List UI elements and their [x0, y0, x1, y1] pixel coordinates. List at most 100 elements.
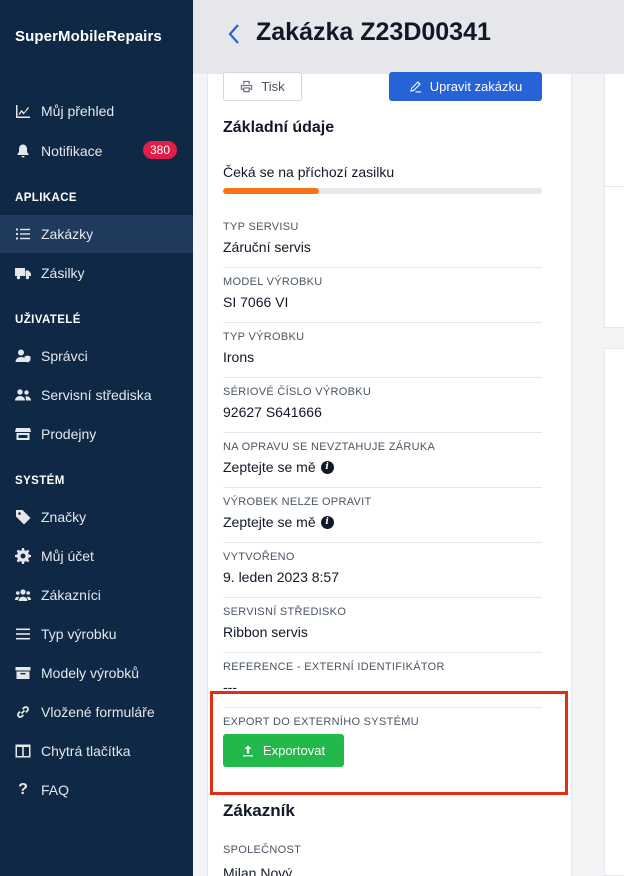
sidebar-item-zakaznici[interactable]: Zákazníci [0, 576, 193, 614]
sidebar-item-label: Servisní střediska [41, 387, 152, 403]
field-value-text: Zeptejte se mě [223, 459, 316, 475]
tag-icon [14, 508, 32, 526]
field-value: 92627 S641666 [223, 404, 542, 420]
field-value: Milan Nový [223, 865, 542, 876]
sidebar-item-znacky[interactable]: Značky [0, 498, 193, 536]
question-icon: ? [18, 781, 28, 798]
sidebar-item-prodejny[interactable]: Prodejny [0, 415, 193, 453]
sidebar-item-notifikace[interactable]: Notifikace 380 [0, 132, 193, 170]
status-progress-fill [223, 188, 319, 194]
highlight-box [210, 691, 568, 795]
field-value: 9. leden 2023 8:57 [223, 569, 542, 585]
edit-order-button[interactable]: Upravit zakázku [389, 72, 542, 101]
printer-icon [241, 80, 253, 93]
columns-icon [14, 742, 32, 760]
field-vytvoreno: VYTVOŘENO 9. leden 2023 8:57 [223, 551, 542, 585]
sidebar-item-label: Vložené formuláře [41, 704, 155, 720]
sidebar-item-modely-vyrobku[interactable]: Modely výrobků [0, 654, 193, 692]
brand-logo[interactable]: SuperMobileRepairs [15, 28, 162, 45]
sidebar-item-label: Můj účet [41, 548, 94, 564]
pencil-icon [409, 81, 421, 93]
user-group-icon [14, 586, 32, 604]
field-value-text: Milan Nový [223, 865, 293, 876]
field-label: TYP VÝROBKU [223, 331, 305, 343]
sidebar-item-servisni-strediska[interactable]: Servisní střediska [0, 376, 193, 414]
field-value: Zeptejte se mě i [223, 514, 542, 530]
sidebar-item-muj-ucet[interactable]: Můj účet [0, 537, 193, 575]
field-value: Záruční servis [223, 239, 542, 255]
field-spolecnost: SPOLEČNOST Milan Nový [223, 844, 542, 876]
field-nelze-opravit: VÝROBEK NELZE OPRAVIT Zeptejte se mě i [223, 496, 542, 530]
field-typ-vyrobku: TYP VÝROBKU Irons [223, 331, 542, 365]
field-typ-servisu: TYP SERVISU Záruční servis [223, 221, 542, 255]
field-value-text: Záruční servis [223, 239, 311, 255]
field-servisni-stredisko: SERVISNÍ STŘEDISKO Ribbon servis [223, 606, 542, 640]
sidebar-item-label: Zakázky [41, 226, 94, 242]
field-model-vyrobku: MODEL VÝROBKU SI 7066 VI [223, 276, 542, 310]
field-nevztahuje-zaruka: NA OPRAVU SE NEVZTAHUJE ZÁRUKA Zeptejte … [223, 441, 542, 475]
field-label: SPOLEČNOST [223, 844, 302, 856]
sidebar-item-label: Notifikace [41, 143, 103, 159]
sidebar-item-label: Zásilky [41, 265, 85, 281]
field-label: VÝROBEK NELZE OPRAVIT [223, 496, 372, 508]
sidebar-item-chytra-tlacitka[interactable]: Chytrá tlačítka [0, 732, 193, 770]
chart-line-icon [14, 102, 32, 120]
field-label: REFERENCE - EXTERNÍ IDENTIFIKÁTOR [223, 661, 445, 673]
divider [223, 322, 542, 323]
section-heading-basic: Základní údaje [223, 119, 335, 136]
divider [223, 432, 542, 433]
section-heading-customer: Zákazník [223, 801, 295, 820]
info-icon[interactable]: i [320, 515, 334, 529]
divider [223, 542, 542, 543]
section-title-system: SYSTÉM [15, 475, 65, 487]
back-chevron-icon[interactable] [226, 22, 242, 46]
sidebar-item-spravci[interactable]: Správci [0, 337, 193, 375]
divider [223, 597, 542, 598]
divider [223, 267, 542, 268]
gear-icon [14, 547, 32, 565]
sidebar-item-label: Zákazníci [41, 587, 101, 603]
sidebar-item-prehled[interactable]: Můj přehled [0, 92, 193, 130]
sidebar-item-label: Značky [41, 509, 87, 525]
divider [223, 487, 542, 488]
list-icon [14, 225, 32, 243]
order-status: Čeká se na příchozí zasilku [223, 164, 395, 180]
field-value-text: 92627 S641666 [223, 404, 322, 420]
sidebar-item-zakazky[interactable]: Zakázky [0, 215, 193, 253]
sidebar-item-label: Typ výrobku [41, 626, 117, 642]
field-value: Irons [223, 349, 542, 365]
field-label: TYP SERVISU [223, 221, 299, 233]
field-value-text: SI 7066 VI [223, 294, 289, 310]
user-shield-icon [14, 347, 32, 365]
field-value-text: Irons [223, 349, 255, 365]
sidebar-item-typ-vyrobku[interactable]: Typ výrobku [0, 615, 193, 653]
side-card [604, 74, 624, 328]
sidebar-item-label: FAQ [41, 782, 70, 798]
field-value-text: Ribbon servis [223, 624, 308, 640]
sidebar-item-vlozene-formulare[interactable]: Vložené formuláře [0, 693, 193, 731]
field-label: SÉRIOVÉ ČÍSLO VÝROBKU [223, 386, 372, 398]
users-icon [14, 386, 32, 404]
sidebar-item-zasilky[interactable]: Zásilky [0, 254, 193, 292]
sidebar-item-faq[interactable]: ? FAQ [0, 771, 193, 809]
print-button[interactable]: Tisk [223, 72, 302, 101]
sidebar-item-label: Prodejny [41, 426, 97, 442]
truck-icon [14, 264, 32, 282]
store-icon [14, 425, 32, 443]
divider [223, 652, 542, 653]
field-label: VYTVOŘENO [223, 551, 295, 563]
sidebar-item-label: Můj přehled [41, 103, 115, 119]
field-value: Zeptejte se mě i [223, 459, 542, 475]
field-value-text: 9. leden 2023 8:57 [223, 569, 339, 585]
info-icon[interactable]: i [320, 460, 334, 474]
side-card [604, 348, 624, 876]
field-value-text: Zeptejte se mě [223, 514, 316, 530]
divider [223, 377, 542, 378]
field-label: NA OPRAVU SE NEVZTAHUJE ZÁRUKA [223, 441, 436, 453]
bell-icon [14, 142, 32, 160]
sidebar-item-label: Modely výrobků [41, 665, 140, 681]
archive-icon [14, 664, 32, 682]
sidebar-item-label: Chytrá tlačítka [41, 743, 131, 759]
field-value: SI 7066 VI [223, 294, 542, 310]
status-progress-bar [223, 188, 542, 194]
